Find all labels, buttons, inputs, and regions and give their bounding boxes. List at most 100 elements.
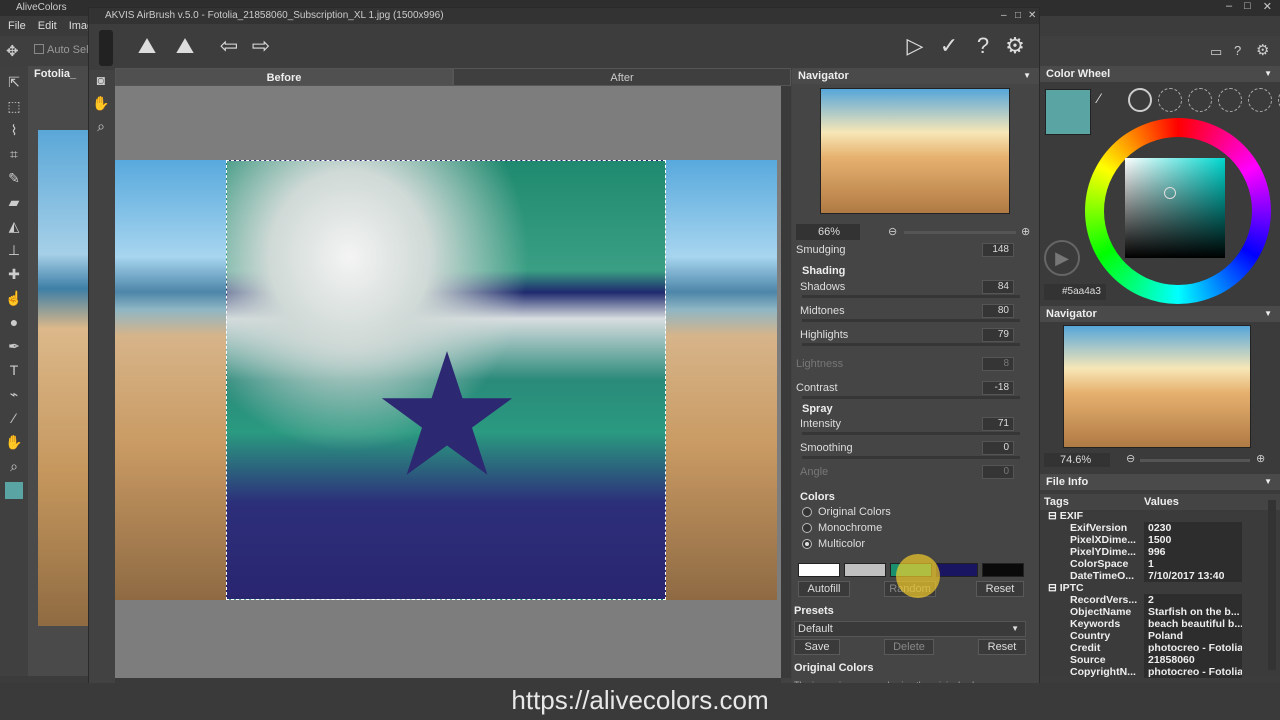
- settings-icon[interactable]: ⚙: [1256, 41, 1269, 59]
- chevron-down-icon[interactable]: ▼: [1011, 622, 1019, 636]
- host-navigator-header[interactable]: Navigator ▼: [1040, 306, 1280, 322]
- apply-icon[interactable]: ✓: [937, 34, 961, 58]
- highlights-slider[interactable]: [802, 343, 1020, 346]
- midtones-slider[interactable]: [802, 319, 1020, 322]
- image-viewport[interactable]: ★: [115, 86, 781, 678]
- eyedropper-icon[interactable]: ⁄: [5, 410, 23, 427]
- radio-original-dot[interactable]: [802, 507, 812, 517]
- host-navigator-thumbnail[interactable]: [1063, 325, 1251, 448]
- preferences-icon[interactable]: ⚙: [1003, 34, 1027, 58]
- host-doc-tab[interactable]: Fotolia_: [34, 68, 76, 80]
- tags-column-header[interactable]: Tags: [1044, 496, 1069, 508]
- zoom-icon[interactable]: ⌕: [92, 118, 110, 135]
- intensity-field[interactable]: 71: [982, 417, 1014, 431]
- radio-monochrome[interactable]: Monochrome: [802, 522, 882, 534]
- zoom-out-icon[interactable]: ⊖: [1126, 452, 1135, 465]
- path-icon[interactable]: ⌁: [5, 386, 23, 403]
- tab-after[interactable]: After: [453, 68, 791, 86]
- smudging-field[interactable]: 148: [982, 243, 1014, 257]
- file-info-row[interactable]: Country Poland: [1044, 630, 1244, 642]
- harmony-triad-icon[interactable]: [1188, 88, 1212, 112]
- open-icon[interactable]: ⛰: [135, 34, 159, 58]
- plugin-navigator-header[interactable]: Navigator ▼: [792, 68, 1039, 84]
- file-info-row[interactable]: Credit photocreo - Fotolia: [1044, 642, 1244, 654]
- harmony-complement-icon[interactable]: [1158, 88, 1182, 112]
- file-info-row[interactable]: RecordVers... 2: [1044, 594, 1244, 606]
- help-icon[interactable]: ?: [1234, 43, 1241, 58]
- dodge-icon[interactable]: ●: [5, 314, 23, 331]
- harmony-split-icon[interactable]: [1218, 88, 1242, 112]
- zoom-out-icon[interactable]: ⊖: [888, 225, 897, 238]
- save-preset-button[interactable]: Save: [794, 639, 840, 655]
- caret-down-icon[interactable]: ▼: [1264, 474, 1272, 490]
- color-wheel-header[interactable]: Color Wheel ▼: [1040, 66, 1280, 82]
- file-info-row[interactable]: ColorSpace 1: [1044, 558, 1244, 570]
- file-info-row[interactable]: DateTimeO... 7/10/2017 13:40: [1044, 570, 1244, 582]
- stamp-icon[interactable]: ⊥: [5, 242, 23, 259]
- screen-icon[interactable]: ▭: [1210, 44, 1222, 60]
- play-icon[interactable]: ▶: [1044, 240, 1080, 276]
- color-swatch-1[interactable]: [798, 563, 840, 577]
- undo-icon[interactable]: ⇦: [217, 34, 241, 58]
- file-info-row[interactable]: ObjectName Starfish on the b...: [1044, 606, 1244, 618]
- host-zoom-field[interactable]: 74.6%: [1044, 453, 1110, 467]
- color-picker-marker[interactable]: [1164, 187, 1176, 199]
- plugin-minimize-icon[interactable]: –: [1001, 8, 1007, 24]
- file-info-scrollbar[interactable]: [1268, 500, 1276, 670]
- caret-down-icon[interactable]: ▼: [1264, 66, 1272, 82]
- radio-multicolor-dot[interactable]: [802, 539, 812, 549]
- current-color-swatch[interactable]: [1045, 89, 1091, 135]
- eyedropper-icon[interactable]: ⁄: [1098, 90, 1100, 106]
- file-info-row[interactable]: PixelXDime... 1500: [1044, 534, 1244, 546]
- brush-icon[interactable]: ✎: [5, 170, 23, 187]
- plugin-close-icon[interactable]: ✕: [1028, 8, 1036, 24]
- menu-edit[interactable]: Edit: [38, 16, 57, 36]
- move-tool-icon[interactable]: ✥: [6, 42, 19, 60]
- save-icon[interactable]: ⛰: [173, 34, 197, 58]
- color-saturation-square[interactable]: [1125, 158, 1225, 258]
- help-icon[interactable]: ?: [971, 34, 995, 58]
- file-info-row[interactable]: ExifVersion 0230: [1044, 522, 1244, 534]
- autofill-button[interactable]: Autofill: [798, 581, 850, 597]
- foreground-color-swatch[interactable]: [5, 482, 23, 499]
- plugin-zoom-field[interactable]: 66%: [796, 224, 860, 240]
- color-swatch-5[interactable]: [982, 563, 1024, 577]
- highlights-field[interactable]: 79: [982, 328, 1014, 342]
- text-icon[interactable]: T: [5, 362, 23, 379]
- color-hex-field[interactable]: #5aa4a3: [1044, 284, 1106, 300]
- shadows-field[interactable]: 84: [982, 280, 1014, 294]
- crop-icon[interactable]: ⌗: [5, 146, 23, 163]
- caret-down-icon[interactable]: ▼: [1264, 306, 1272, 322]
- reset-preset-button[interactable]: Reset: [978, 639, 1026, 655]
- smoothing-field[interactable]: 0: [982, 441, 1014, 455]
- marquee-icon[interactable]: ⬚: [5, 98, 23, 115]
- zoom-in-icon[interactable]: ⊕: [1021, 225, 1030, 238]
- plugin-maximize-icon[interactable]: □: [1015, 8, 1021, 24]
- smudge-icon[interactable]: ☝: [5, 290, 23, 307]
- file-info-row[interactable]: Source 21858060: [1044, 654, 1244, 666]
- harmony-mono-icon[interactable]: [1128, 88, 1152, 112]
- maximize-icon[interactable]: □: [1244, 0, 1251, 16]
- zoom-icon[interactable]: ⌕: [5, 458, 23, 475]
- host-zoom-slider[interactable]: [1140, 459, 1250, 462]
- shadows-slider[interactable]: [802, 295, 1020, 298]
- contrast-field[interactable]: -18: [982, 381, 1014, 395]
- zoom-in-icon[interactable]: ⊕: [1256, 452, 1265, 465]
- run-icon[interactable]: ▷: [903, 34, 927, 58]
- file-info-header[interactable]: File Info ▼: [1040, 474, 1280, 490]
- plugin-navigator-thumbnail[interactable]: [820, 88, 1010, 214]
- contrast-slider[interactable]: [802, 396, 1020, 399]
- move-icon[interactable]: ⇱: [5, 74, 23, 91]
- midtones-field[interactable]: 80: [982, 304, 1014, 318]
- delete-preset-button[interactable]: Delete: [884, 639, 934, 655]
- radio-monochrome-dot[interactable]: [802, 523, 812, 533]
- redo-icon[interactable]: ⇨: [249, 34, 273, 58]
- preset-dropdown[interactable]: Default ▼: [794, 621, 1026, 637]
- viewport-vertical-scrollbar[interactable]: [781, 86, 791, 678]
- radio-multicolor[interactable]: Multicolor: [802, 538, 865, 550]
- auto-select-checkbox[interactable]: [34, 44, 44, 54]
- reset-colors-button[interactable]: Reset: [976, 581, 1024, 597]
- lasso-icon[interactable]: ⌇: [5, 122, 23, 139]
- tab-before[interactable]: Before: [115, 68, 453, 86]
- close-icon[interactable]: ✕: [1263, 0, 1272, 16]
